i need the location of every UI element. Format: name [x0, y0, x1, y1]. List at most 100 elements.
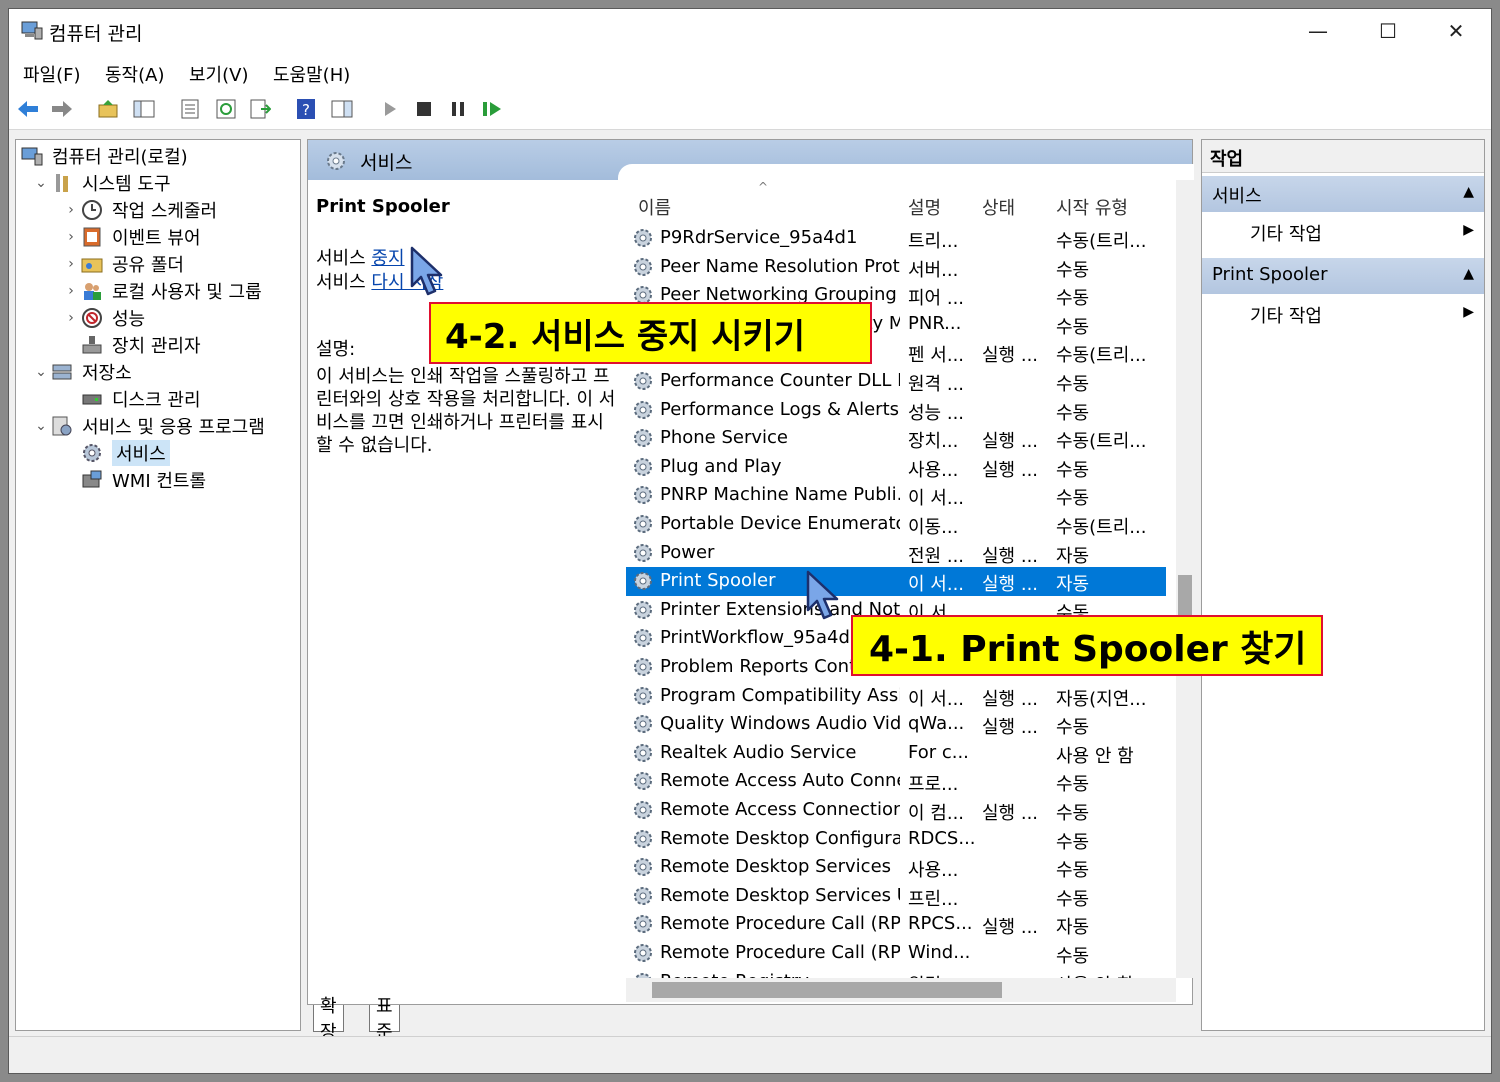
pause-service-icon[interactable]: [445, 96, 471, 122]
storage-icon: [50, 361, 74, 383]
service-row[interactable]: Remote Procedure Call (RPC... Wind... 수동: [626, 939, 1166, 968]
chevron-right-icon[interactable]: ›: [62, 256, 80, 272]
service-row[interactable]: Remote Access Auto Conne... 프로... 수동: [626, 767, 1166, 796]
tab-standard[interactable]: 표준: [369, 996, 400, 1043]
service-description: qWa...: [908, 713, 965, 735]
submenu-arrow-icon[interactable]: ▶: [1463, 222, 1474, 238]
horizontal-scrollbar[interactable]: [626, 978, 1176, 1002]
tree-wmi[interactable]: WMI 컨트롤: [80, 467, 206, 493]
service-row[interactable]: Remote Desktop Services 사용... 수동: [626, 853, 1166, 882]
shared-folder-icon: [80, 253, 104, 275]
tree-shared-folders[interactable]: › 공유 폴더: [62, 251, 184, 277]
service-row[interactable]: Peer Name Resolution Prot... 서버... 수동: [626, 253, 1166, 282]
back-arrow-icon[interactable]: [15, 96, 41, 122]
vertical-scroll-thumb[interactable]: [1178, 575, 1192, 620]
maximize-button[interactable]: ☐: [1353, 9, 1423, 53]
up-folder-icon[interactable]: [95, 96, 121, 122]
service-row[interactable]: Remote Access Connection ... 이 컴... 실행 ...…: [626, 796, 1166, 825]
actions-section-print-spooler[interactable]: Print Spooler ▲: [1202, 258, 1484, 294]
service-row[interactable]: Program Compatibility Assi... 이 서... 실행 ..…: [626, 682, 1166, 711]
tree-storage[interactable]: ⌄ 저장소: [32, 359, 132, 385]
submenu-arrow-icon[interactable]: ▶: [1463, 304, 1474, 320]
vertical-scrollbar[interactable]: [1176, 180, 1194, 978]
menu-file[interactable]: 파일(F): [23, 61, 81, 87]
service-startup-type: 사용 안 함: [1056, 971, 1166, 978]
stop-service-link[interactable]: 중지: [371, 248, 404, 269]
show-hide-tree-icon[interactable]: [131, 96, 157, 122]
column-header-description[interactable]: 설명: [908, 194, 941, 220]
tab-extended[interactable]: 확장: [313, 996, 344, 1043]
chevron-down-icon[interactable]: ⌄: [32, 364, 50, 380]
tree-event-viewer[interactable]: › 이벤트 뷰어: [62, 224, 201, 250]
menu-view[interactable]: 보기(V): [189, 61, 248, 87]
column-header-status[interactable]: 상태: [982, 194, 1015, 220]
chevron-right-icon[interactable]: ›: [62, 310, 80, 326]
chevron-right-icon[interactable]: ›: [62, 202, 80, 218]
gear-icon: [327, 152, 345, 170]
actions-more-print-spooler[interactable]: 기타 작업: [1250, 302, 1322, 328]
service-row[interactable]: Phone Service 장치... 실행 ... 수동(트리...: [626, 424, 1166, 453]
collapse-up-icon[interactable]: ▲: [1463, 266, 1474, 282]
service-row[interactable]: PNRP Machine Name Publi... 이 서... 수동: [626, 481, 1166, 510]
column-header-name[interactable]: 이름: [638, 194, 671, 220]
chevron-down-icon[interactable]: ⌄: [32, 418, 50, 434]
actions-section-services[interactable]: 서비스 ▲: [1202, 176, 1484, 212]
service-startup-type: 수동: [1056, 888, 1090, 910]
service-name: Remote Registry: [660, 971, 900, 978]
resume-service-icon[interactable]: [479, 96, 505, 122]
tree-system-tools[interactable]: ⌄ 시스템 도구: [32, 170, 171, 196]
menu-help[interactable]: 도움말(H): [273, 61, 350, 87]
tree-task-scheduler[interactable]: › 작업 스케줄러: [62, 197, 217, 223]
tree-performance[interactable]: › 성능: [62, 305, 145, 331]
service-name: Quality Windows Audio Vid...: [660, 713, 900, 735]
tree-disk-management[interactable]: 디스크 관리: [80, 386, 201, 412]
tree-services-apps[interactable]: ⌄ 서비스 및 응용 프로그램: [32, 413, 265, 439]
service-row[interactable]: Print Spooler 이 서... 실행 ... 자동: [626, 567, 1166, 596]
service-startup-type: 수동: [1056, 717, 1090, 739]
chevron-right-icon[interactable]: ›: [62, 283, 80, 299]
close-button[interactable]: ✕: [1421, 9, 1491, 53]
minimize-button[interactable]: —: [1283, 9, 1353, 53]
menu-bar: 파일(F) 동작(A) 보기(V) 도움말(H): [9, 53, 1491, 89]
menu-action[interactable]: 동작(A): [105, 61, 164, 87]
service-row[interactable]: Realtek Audio Service For c... 사용 안 함: [626, 739, 1166, 768]
stop-service-icon[interactable]: [411, 96, 437, 122]
horizontal-scroll-thumb[interactable]: [652, 982, 1002, 998]
service-row[interactable]: Portable Device Enumerator... 이동... 수동(트리.…: [626, 510, 1166, 539]
service-startup-type: 수동(트리...: [1056, 231, 1147, 252]
service-row[interactable]: Performance Logs & Alerts 성능 ... 수동: [626, 396, 1166, 425]
sort-ascending-icon: ^: [758, 180, 769, 194]
service-status: 실행 ...: [982, 545, 1039, 567]
chevron-down-icon[interactable]: ⌄: [32, 175, 50, 191]
chevron-right-icon[interactable]: ›: [62, 229, 80, 245]
service-row[interactable]: Power 전원 ... 실행 ... 자동: [626, 539, 1166, 568]
gear-icon: [634, 429, 652, 448]
gear-icon: [634, 829, 652, 848]
service-row[interactable]: Remote Desktop Configurat... RDCS... 수동: [626, 825, 1166, 854]
refresh-icon[interactable]: [213, 96, 239, 122]
forward-arrow-icon[interactable]: [49, 96, 75, 122]
tree-services[interactable]: 서비스: [80, 440, 170, 466]
export-list-icon[interactable]: [247, 96, 273, 122]
service-row[interactable]: Quality Windows Audio Vid... qWa... 실행 ...…: [626, 710, 1166, 739]
collapse-up-icon[interactable]: ▲: [1463, 184, 1474, 200]
service-row[interactable]: Remote Procedure Call (RPC) RPCS... 실행 ...…: [626, 910, 1166, 939]
gear-icon: [634, 658, 652, 676]
tree-root[interactable]: 컴퓨터 관리(로컬): [20, 143, 188, 169]
service-row[interactable]: Remote Registry 원격 ... 사용 안 함: [626, 968, 1166, 978]
properties-icon[interactable]: [177, 96, 203, 122]
mouse-pointer-icon: [806, 570, 839, 620]
service-row[interactable]: P9RdrService_95a4d1 트리... 수동(트리...: [626, 224, 1166, 253]
start-service-icon[interactable]: [377, 96, 403, 122]
tree-device-manager[interactable]: 장치 관리자: [80, 332, 201, 358]
callout-step-1: 4-1. Print Spooler 찾기: [851, 615, 1323, 676]
service-row[interactable]: Remote Desktop Services U... 프린... 수동: [626, 882, 1166, 911]
column-header-startup-type[interactable]: 시작 유형: [1056, 194, 1128, 220]
show-action-pane-icon[interactable]: [329, 96, 355, 122]
service-row[interactable]: Performance Counter DLL H... 원격 ... 수동: [626, 367, 1166, 396]
clock-icon: [80, 199, 104, 221]
tree-local-users[interactable]: › 로컬 사용자 및 그룹: [62, 278, 261, 304]
help-icon[interactable]: ?: [293, 96, 319, 122]
service-row[interactable]: Plug and Play 사용... 실행 ... 수동: [626, 453, 1166, 482]
actions-more-services[interactable]: 기타 작업: [1250, 220, 1322, 246]
